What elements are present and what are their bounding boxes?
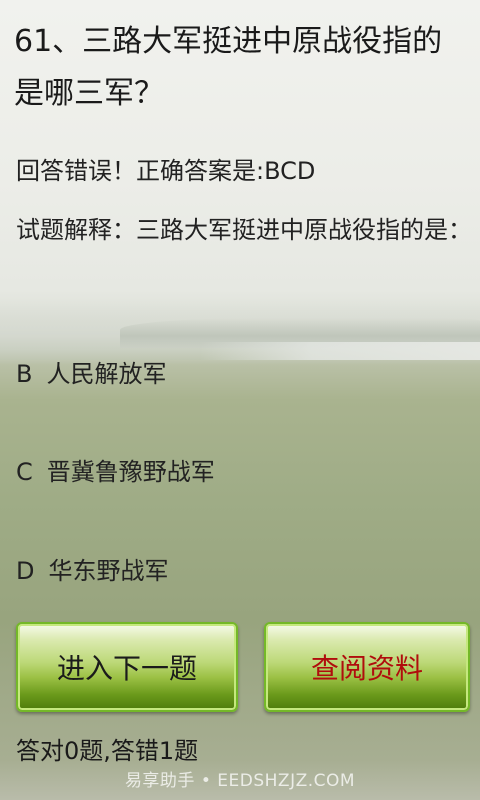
view-reference-label: 查阅资料 [310, 652, 423, 685]
option-text: 人民解放军 [46, 360, 167, 388]
answer-option-c: C 晋冀鲁豫野战军 [16, 455, 215, 489]
option-letter: B [16, 360, 33, 388]
view-reference-button[interactable]: 查阅资料 [264, 622, 470, 712]
watermark-text: 易享助手 • EEDSHZJZ.COM [124, 771, 356, 791]
explanation-text: 试题解释：三路大军挺进中原战役指的是： [16, 216, 472, 244]
option-letter: D [16, 557, 35, 585]
background-haze [0, 300, 480, 360]
background-treeline [120, 318, 480, 348]
next-question-label: 进入下一题 [56, 652, 197, 685]
answer-result: 回答错误！正确答案是:BCD [16, 157, 316, 185]
next-question-button[interactable]: 进入下一题 [16, 622, 238, 712]
option-text: 华东野战军 [48, 557, 169, 585]
score-summary: 答对0题,答错1题 [16, 737, 199, 765]
answer-option-d: D 华东野战军 [16, 554, 168, 588]
background-water [200, 342, 480, 360]
option-text: 晋冀鲁豫野战军 [46, 458, 215, 486]
option-letter: C [16, 458, 33, 486]
answer-option-b: B 人民解放军 [16, 357, 166, 391]
question-text: 61、三路大军挺进中原战役指的是哪三军？ [14, 24, 443, 111]
